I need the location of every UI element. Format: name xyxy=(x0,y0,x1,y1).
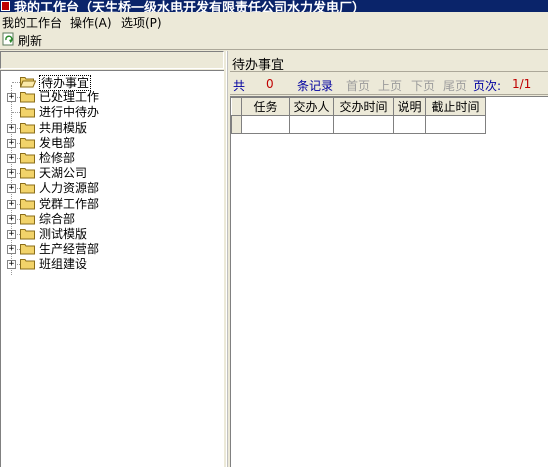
tree-item-label: 党群工作部 xyxy=(39,197,100,211)
title-bar: 我的工作台（天生桥一级水电开发有限责任公司水力发电厂） xyxy=(0,0,548,12)
page-label: 页次: xyxy=(473,79,502,93)
column-header-deadline[interactable]: 截止时间 xyxy=(425,97,486,116)
tree-item[interactable]: 进行中待办 xyxy=(1,105,223,120)
menu-operation[interactable]: 操作(A) xyxy=(70,14,112,31)
tree-item-label: 人力资源部 xyxy=(39,181,100,195)
tree-connector xyxy=(12,82,20,83)
page-indicator: 1/1 xyxy=(512,77,532,91)
expand-icon[interactable]: + xyxy=(7,260,16,269)
task-grid: 任务 交办人 交办时间 说明 截止时间 xyxy=(230,96,548,467)
folder-open-icon xyxy=(19,76,37,88)
folder-icon xyxy=(20,167,36,179)
refresh-button[interactable]: 刷新 xyxy=(2,32,42,48)
right-panel-header: 待办事宜 xyxy=(230,51,548,73)
tree-item[interactable]: + 天湖公司 xyxy=(1,166,223,181)
app-icon xyxy=(1,1,10,11)
total-suffix: 条记录 xyxy=(297,79,334,93)
pager: 共 0 条记录 首页 上页 下页 尾页 页次: 1/1 xyxy=(230,73,548,95)
tree-item[interactable]: + 检修部 xyxy=(1,151,223,166)
menu-bar: 我的工作台 操作(A) 选项(P) xyxy=(0,12,548,30)
tree-item-label: 发电部 xyxy=(39,136,76,150)
next-page-link[interactable]: 下页 xyxy=(411,77,435,94)
splitter-grip[interactable] xyxy=(226,51,228,467)
first-page-link[interactable]: 首页 xyxy=(346,77,370,94)
table-cell[interactable] xyxy=(393,115,426,134)
menu-workbench[interactable]: 我的工作台 xyxy=(2,14,62,31)
tree-panel: 待办事宜 + 已处理工作 进行中待办 + 共用模版 + 发电部 + 检修部 + 天湖公司 + 人力资源部 +… xyxy=(0,70,224,467)
column-header-notes[interactable]: 说明 xyxy=(393,97,426,116)
left-panel-header xyxy=(0,51,224,69)
table-header-row: 任务 交办人 交办时间 说明 截止时间 xyxy=(231,97,486,116)
column-header-assigner[interactable]: 交办人 xyxy=(289,97,334,116)
folder-icon xyxy=(20,106,36,118)
expand-icon[interactable]: + xyxy=(7,169,16,178)
table-cell[interactable] xyxy=(289,115,334,134)
tree-item-label: 检修部 xyxy=(39,151,76,165)
column-header-assign-time[interactable]: 交办时间 xyxy=(333,97,394,116)
folder-icon xyxy=(20,91,36,103)
tree-item[interactable]: + 综合部 xyxy=(1,212,223,227)
folder-icon xyxy=(20,243,36,255)
folder-icon xyxy=(20,198,36,210)
folder-icon xyxy=(20,152,36,164)
table-cell[interactable] xyxy=(333,115,394,134)
table-cell[interactable] xyxy=(425,115,486,134)
last-page-link[interactable]: 尾页 xyxy=(443,77,467,94)
tree-item-label: 班组建设 xyxy=(39,257,88,271)
total-count: 0 xyxy=(266,77,274,91)
folder-icon xyxy=(20,182,36,194)
tree-item-label: 进行中待办 xyxy=(39,105,100,119)
tree-item[interactable]: + 测试模版 xyxy=(1,227,223,242)
expand-icon[interactable]: + xyxy=(7,200,16,209)
task-table: 任务 交办人 交办时间 说明 截止时间 xyxy=(231,97,486,134)
folder-icon xyxy=(20,213,36,225)
tree-item-label: 综合部 xyxy=(39,212,76,226)
expand-icon[interactable]: + xyxy=(7,215,16,224)
tree-item[interactable]: + 共用模版 xyxy=(1,121,223,136)
folder-icon xyxy=(20,122,36,134)
tree-item-label: 共用模版 xyxy=(39,121,88,135)
prev-page-link[interactable]: 上页 xyxy=(378,77,402,94)
table-cell[interactable] xyxy=(241,115,290,134)
column-header-task[interactable]: 任务 xyxy=(241,97,290,116)
tree-item[interactable]: + 已处理工作 xyxy=(1,90,223,105)
expand-icon[interactable]: + xyxy=(7,124,16,133)
folder-icon xyxy=(20,137,36,149)
tree-item[interactable]: + 发电部 xyxy=(1,136,223,151)
window-title: 我的工作台（天生桥一级水电开发有限责任公司水力发电厂） xyxy=(14,1,366,12)
tree-item-label: 测试模版 xyxy=(39,227,88,241)
tree-item[interactable]: 待办事宜 xyxy=(1,75,223,91)
total-prefix: 共 xyxy=(233,79,246,93)
tree-item[interactable]: + 班组建设 xyxy=(1,257,223,272)
toolbar: 刷新 xyxy=(0,30,548,50)
row-header-corner xyxy=(231,97,242,116)
refresh-label: 刷新 xyxy=(18,33,43,48)
tree-item-label: 生产经营部 xyxy=(39,242,100,256)
expand-icon[interactable]: + xyxy=(7,230,16,239)
tree-item[interactable]: + 人力资源部 xyxy=(1,181,223,196)
table-row[interactable] xyxy=(231,115,486,134)
tree-item[interactable]: + 生产经营部 xyxy=(1,242,223,257)
refresh-icon xyxy=(2,32,16,49)
tree-connector xyxy=(12,112,20,113)
expand-icon[interactable]: + xyxy=(7,184,16,193)
expand-icon[interactable]: + xyxy=(7,93,16,102)
folder-icon xyxy=(20,228,36,240)
tree-item[interactable]: + 党群工作部 xyxy=(1,197,223,212)
expand-icon[interactable]: + xyxy=(7,139,16,148)
panel-title: 待办事宜 xyxy=(232,58,285,73)
tree-item-label: 天湖公司 xyxy=(39,166,88,180)
row-header[interactable] xyxy=(231,115,242,134)
expand-icon[interactable]: + xyxy=(7,245,16,254)
expand-icon[interactable]: + xyxy=(7,154,16,163)
folder-icon xyxy=(20,258,36,270)
menu-options[interactable]: 选项(P) xyxy=(121,14,162,31)
tree-item-label: 已处理工作 xyxy=(39,90,100,104)
tree-item-label: 待办事宜 xyxy=(39,75,92,91)
